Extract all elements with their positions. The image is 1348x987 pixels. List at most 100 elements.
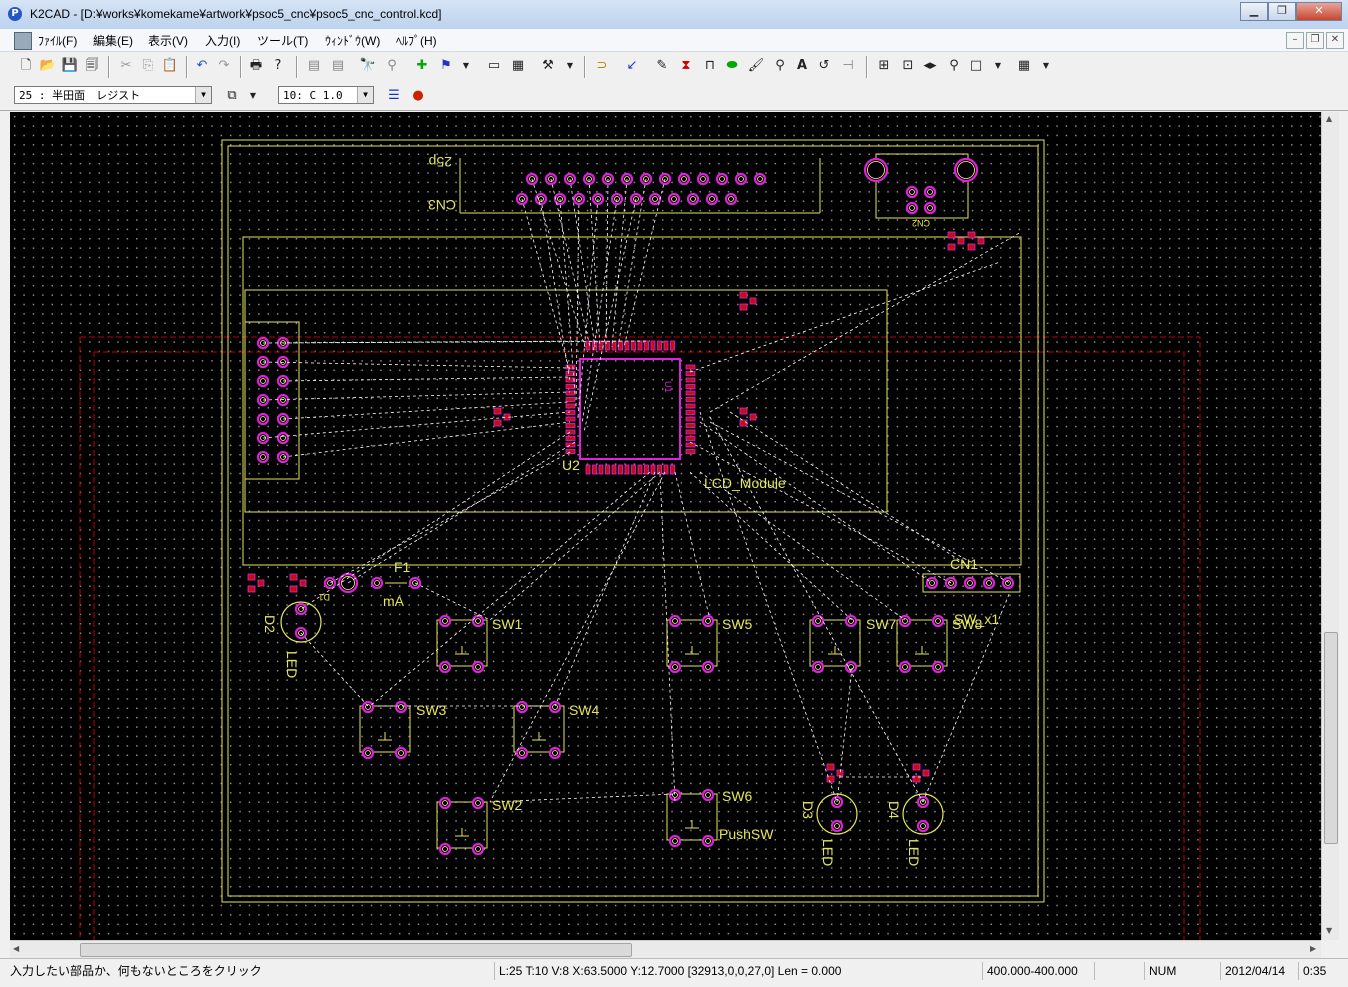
save-all-icon[interactable]: 🗐 <box>82 56 102 76</box>
mdi-close-button[interactable]: ✕ <box>1326 32 1344 49</box>
mdi-minimize-button[interactable]: – <box>1286 32 1304 49</box>
pad <box>916 819 930 833</box>
menu-file[interactable]: ﾌｧｲﾙ(F) <box>38 32 77 49</box>
binoculars-icon[interactable]: 🔭 <box>358 56 378 76</box>
trace-icon[interactable]: ⧗ <box>676 56 696 76</box>
undo-icon[interactable]: ↶ <box>192 56 212 76</box>
vertical-scroll-thumb[interactable] <box>1324 632 1338 844</box>
grid-dropdown-icon[interactable]: ▼ <box>1036 56 1056 76</box>
new-file-icon[interactable]: 🗋 <box>16 56 36 76</box>
ratsnest-line <box>689 261 1001 373</box>
hammer-icon[interactable]: ⚒ <box>538 56 558 76</box>
mdi-restore-button[interactable]: ❐ <box>1306 32 1324 49</box>
vertical-scrollbar[interactable]: ▲ ▼ <box>1321 112 1339 940</box>
smd-pad <box>912 763 921 771</box>
pad <box>905 201 919 215</box>
pad <box>471 796 485 810</box>
redo-icon[interactable]: ↷ <box>214 56 234 76</box>
smd-pad <box>739 419 748 427</box>
scroll-up-icon[interactable]: ▲ <box>1326 114 1332 123</box>
open-folder-icon[interactable]: 📂 <box>38 56 58 76</box>
select-arrow-icon[interactable]: ↙ <box>622 56 642 76</box>
layer-list-icon[interactable]: ☰ <box>384 86 404 106</box>
layer-view-mode-icon[interactable]: ⧉ <box>222 86 242 106</box>
save-icon[interactable]: 💾 <box>60 56 80 76</box>
switch-symbol <box>828 646 842 655</box>
smd-pad <box>565 436 576 441</box>
pad-icon[interactable]: ⊓ <box>700 56 720 76</box>
menu-window[interactable]: ｳｨﾝﾄﾞｳ(W) <box>325 32 380 49</box>
cut-icon[interactable]: ✂ <box>116 56 136 76</box>
flag-icon[interactable]: ⚑ <box>436 56 456 76</box>
smd-pad <box>957 237 965 245</box>
brush-icon[interactable]: 🖌 <box>746 56 766 76</box>
horizontal-scrollbar[interactable]: ◀ ▶ <box>10 940 1321 958</box>
drill-icon[interactable]: ⚲ <box>770 56 790 76</box>
menu-input[interactable]: 入力(I) <box>205 32 240 49</box>
layer-view-icon[interactable]: ▤ <box>304 56 324 76</box>
color-palette-icon[interactable]: ● <box>408 86 428 106</box>
via-icon[interactable]: ⊣ <box>838 56 858 76</box>
horizontal-scroll-thumb[interactable] <box>80 943 632 957</box>
d4-label: D4 <box>886 801 902 819</box>
hammer-dropdown-icon[interactable]: ▼ <box>560 56 580 76</box>
grid-icon[interactable]: ▦ <box>1014 56 1034 76</box>
pad <box>931 614 945 628</box>
pen-icon[interactable]: ✎ <box>652 56 672 76</box>
rect-view-icon[interactable]: □ <box>966 56 986 76</box>
scroll-right-icon[interactable]: ▶ <box>1310 944 1316 953</box>
help-icon[interactable]: ? <box>268 56 288 76</box>
print-icon[interactable]: 🖶 <box>246 56 266 76</box>
smd-pad <box>565 403 576 409</box>
table-icon[interactable]: ▦ <box>508 56 528 76</box>
scroll-down-icon[interactable]: ▼ <box>1326 926 1332 935</box>
view-dropdown-icon[interactable]: ▼ <box>988 56 1008 76</box>
zoom-in-box-icon[interactable]: ⊞ <box>874 56 894 76</box>
document-icon[interactable] <box>14 32 32 50</box>
ratsnest-line <box>554 471 656 707</box>
smd-pad <box>565 384 576 389</box>
pcb-canvas[interactable]: CN3 25p CN2 U2 U1 LCD_Module CN1 F1 mA D… <box>10 112 1321 940</box>
magnifier-icon[interactable]: ⚲ <box>944 56 964 76</box>
maximize-button[interactable]: ❐ <box>1268 2 1296 21</box>
search-part-icon[interactable]: ⚲ <box>382 56 402 76</box>
pad <box>667 192 681 206</box>
menu-tools[interactable]: ツール(T) <box>257 32 308 49</box>
minimize-button[interactable]: ▁ <box>1240 2 1268 21</box>
arc-icon[interactable]: ↺ <box>814 56 834 76</box>
smd-pad <box>657 340 662 351</box>
layer-view-dropdown-icon[interactable]: ▼ <box>243 86 263 106</box>
pad <box>701 834 715 848</box>
layer-select[interactable]: 25 : 半田面 レジスト ▼ <box>14 86 212 104</box>
ellipse-icon[interactable]: ⬬ <box>722 56 742 76</box>
chevron-down-icon: ▼ <box>357 87 373 103</box>
text-icon[interactable]: A <box>792 56 812 76</box>
switch-symbol <box>685 820 699 829</box>
pad <box>905 185 919 199</box>
smd-pad <box>624 340 630 351</box>
pcb-drawing[interactable]: CN3 25p CN2 U2 U1 LCD_Module CN1 F1 mA D… <box>10 112 1321 940</box>
cn2-outline <box>875 153 969 219</box>
menu-edit[interactable]: 編集(E) <box>93 32 133 49</box>
menu-help[interactable]: ﾍﾙﾌﾟ(H) <box>396 32 437 49</box>
main-toolbar: 🗋 📂 💾 🗐 ✂ ⎘ 📋 ↶ ↷ 🖶 ? ▤ ▤ 🔭 ⚲ ✚ ⚑ ▼ ▭ ▦ … <box>0 52 1348 82</box>
menu-view[interactable]: 表示(V) <box>148 32 188 49</box>
zoom-fit-icon[interactable]: ⊡ <box>898 56 918 76</box>
paste-icon[interactable]: 📋 <box>160 56 180 76</box>
pad <box>438 842 452 856</box>
component-icon[interactable]: ▭ <box>484 56 504 76</box>
grid-select-value: 10: C 1.0 <box>283 89 343 102</box>
d3-label: D3 <box>800 801 816 819</box>
add-part-icon[interactable]: ✚ <box>412 56 432 76</box>
lasso-icon[interactable]: ⊃ <box>592 56 612 76</box>
smd-pad <box>637 464 643 475</box>
copy-icon[interactable]: ⎘ <box>138 56 158 76</box>
mirror-icon[interactable]: ◂▸ <box>920 56 940 76</box>
layer-view2-icon[interactable]: ▤ <box>328 56 348 76</box>
scroll-left-icon[interactable]: ◀ <box>13 944 19 953</box>
grid-select[interactable]: 10: C 1.0 ▼ <box>278 86 374 104</box>
flag-dropdown-icon[interactable]: ▼ <box>456 56 476 76</box>
pad <box>668 834 682 848</box>
close-button[interactable]: ✕ <box>1296 2 1342 21</box>
cn3-pins-label: 25p <box>428 154 452 170</box>
